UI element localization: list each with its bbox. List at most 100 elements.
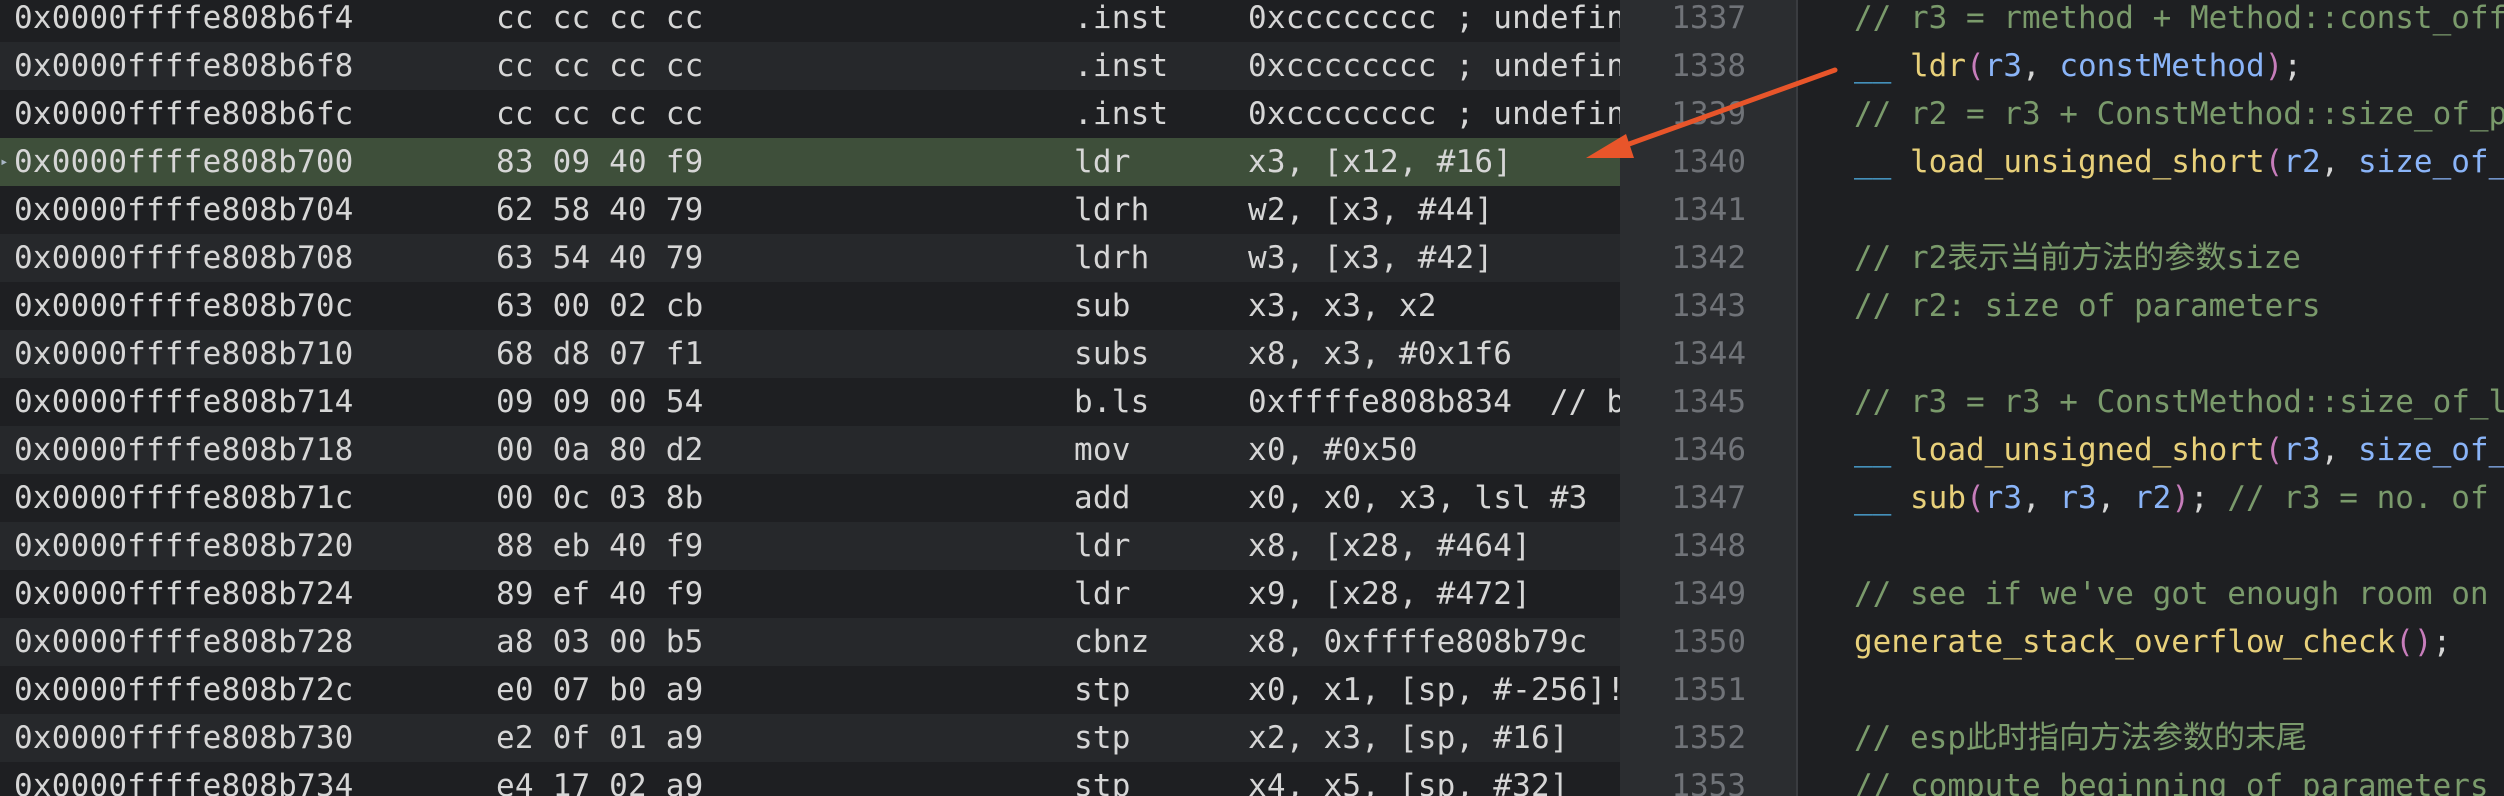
instruction-bytes: e0 07 b0 a9 (496, 672, 704, 708)
code-token-comment: // r2 = r3 + ConstMethod::size_of_parame… (1854, 96, 2504, 132)
disasm-row[interactable]: 0x0000ffffe808b72c e0 07 b0 a9 stp x0, x1, … (0, 666, 1620, 714)
code-token-macro: __ (1854, 48, 1910, 84)
code-line[interactable]: __ load_unsigned_short(r3, size_of_local… (1854, 426, 2504, 474)
code-token-macro: __ (1854, 480, 1910, 516)
code-token-func: sub (1910, 480, 1966, 516)
code-line[interactable]: // esp此时指向方法参数的末尾 (1854, 714, 2307, 762)
disassembly-pane[interactable]: 0x0000ffffe808b6f4 cc cc cc cc .inst 0xcccc… (0, 0, 1620, 796)
instruction-operands: x3, x3, x2 (1248, 288, 1437, 324)
instruction-operands: x2, x3, [sp, #16] (1248, 720, 1569, 756)
instruction-bytes: e4 17 02 a9 (496, 768, 704, 796)
code-token-paren: ( (2264, 432, 2284, 468)
instruction-bytes: cc cc cc cc (496, 96, 704, 132)
instruction-bytes: 62 58 40 79 (496, 192, 704, 228)
disasm-row[interactable]: 0x0000ffffe808b6f8 cc cc cc cc .inst 0xcccc… (0, 42, 1620, 90)
code-line[interactable]: __ sub(r3, r3, r2); // r3 = no. of addit… (1854, 474, 2504, 522)
code-token-func: generate_stack_overflow_check (1854, 624, 2396, 660)
disasm-row[interactable]: 0x0000ffffe808b728 a8 03 00 b5 cbnz x8, 0xf… (0, 618, 1620, 666)
instruction-operands: x3, [x12, #16] (1248, 144, 1513, 180)
code-line[interactable]: // r3 = rmethod + Method::const_offset() (1854, 0, 2504, 42)
instruction-operands: w3, [x3, #42] (1248, 240, 1494, 276)
disasm-row[interactable]: 0x0000ffffe808b718 00 0a 80 d2 mov x0, #0x5… (0, 426, 1620, 474)
instruction-address: 0x0000ffffe808b728 (14, 624, 354, 660)
instruction-operands: 0xffffe808b834 // b.plast (1248, 384, 1620, 420)
line-number: 1349 (1671, 576, 1746, 612)
code-line[interactable]: __ ldr(r3, constMethod); (1854, 42, 2302, 90)
instruction-opcode: ldrh (1074, 192, 1150, 228)
instruction-operands: x8, x3, #0x1f6 (1248, 336, 1513, 372)
instruction-opcode: ldr (1074, 528, 1131, 564)
disasm-row[interactable]: 0x0000ffffe808b734 e4 17 02 a9 stp x4, x5, … (0, 762, 1620, 796)
line-number: 1347 (1671, 480, 1746, 516)
code-token-plain: , (2022, 48, 2060, 84)
code-token-comment: // r3 = rmethod + Method::const_offset() (1854, 0, 2504, 36)
code-token-var: r2 (2133, 480, 2172, 516)
instruction-opcode: b.ls (1074, 384, 1150, 420)
code-token-plain: , (2320, 432, 2358, 468)
line-number: 1343 (1671, 288, 1746, 324)
code-area[interactable]: // r3 = rmethod + Method::const_offset()… (1798, 0, 2504, 796)
code-token-paren: ) (2171, 480, 2190, 516)
disasm-row[interactable]: 0x0000ffffe808b6fc cc cc cc cc .inst 0xcccc… (0, 90, 1620, 138)
instruction-address: 0x0000ffffe808b724 (14, 576, 354, 612)
disasm-row[interactable]: 0x0000ffffe808b720 88 eb 40 f9 ldr x8, [x28… (0, 522, 1620, 570)
disasm-row[interactable]: 0x0000ffffe808b6f4 cc cc cc cc .inst 0xcccc… (0, 0, 1620, 42)
instruction-bytes: 88 eb 40 f9 (496, 528, 704, 564)
instruction-opcode: .inst (1074, 0, 1169, 36)
instruction-operands: x0, #0x50 (1248, 432, 1418, 468)
instruction-address: 0x0000ffffe808b730 (14, 720, 354, 756)
instruction-bytes: 63 54 40 79 (496, 240, 704, 276)
code-line[interactable]: __ load_unsigned_short(r2, size_of_param… (1854, 138, 2504, 186)
code-line[interactable]: // r2表示当前方法的参数size (1854, 234, 2301, 282)
code-token-macro: __ (1854, 144, 1910, 180)
code-token-plain: ; (2189, 480, 2228, 516)
code-token-macro: __ (1854, 432, 1910, 468)
code-token-var: r3 (1984, 480, 2022, 516)
code-line[interactable]: generate_stack_overflow_check(); (1854, 618, 2451, 666)
code-token-comment: // r3 = no. of additional locals (2227, 480, 2489, 516)
disasm-row[interactable]: 0x0000ffffe808b730 e2 0f 01 a9 stp x2, x3, … (0, 714, 1620, 762)
code-token-var: size_of_locals (2357, 432, 2504, 468)
instruction-bytes: e2 0f 01 a9 (496, 720, 704, 756)
code-token-comment: // esp此时指向方法参数的末尾 (1854, 720, 2307, 756)
instruction-address: 0x0000ffffe808b734 (14, 768, 354, 796)
code-token-comment: // r2: size of parameters (1854, 288, 2321, 324)
disasm-row[interactable]: 0x0000ffffe808b710 68 d8 07 f1 subs x8, x3,… (0, 330, 1620, 378)
code-token-plain: ; (2432, 624, 2452, 660)
source-editor-pane[interactable]: 1337 1338 1339 1340 1341 1342 1343 1344 1345 1346… (1620, 0, 2504, 796)
disasm-row[interactable]: 0x0000ffffe808b70c 63 00 02 cb sub x3, x3, … (0, 282, 1620, 330)
line-number-gutter: 1337 1338 1339 1340 1341 1342 1343 1344 1345 1346… (1620, 0, 1798, 796)
instruction-bytes: 00 0c 03 8b (496, 480, 704, 516)
code-line[interactable]: // r3 = r3 + ConstMethod::size_of_locals… (1854, 378, 2504, 426)
instruction-opcode: .inst (1074, 48, 1169, 84)
disasm-row[interactable]: 0x0000ffffe808b71c 00 0c 03 8b add x0, x0, … (0, 474, 1620, 522)
disasm-row[interactable]: 0x0000ffffe808b708 63 54 40 79 ldrh w3, [x3… (0, 234, 1620, 282)
line-number: 1353 (1671, 768, 1746, 796)
instruction-bytes: 68 d8 07 f1 (496, 336, 704, 372)
line-number: 1345 (1671, 384, 1746, 420)
code-line[interactable]: // compute beginning of parameters (1854, 762, 2489, 796)
code-token-plain: , (2022, 480, 2060, 516)
disasm-row[interactable]: ▸ 0x0000ffffe808b700 83 09 40 f9 ldr x3, [x1… (0, 138, 1620, 186)
disasm-row[interactable]: 0x0000ffffe808b704 62 58 40 79 ldrh w2, [x3… (0, 186, 1620, 234)
code-token-comment: // r2表示当前方法的参数size (1854, 240, 2301, 276)
code-token-var: r3 (1984, 48, 2022, 84)
instruction-address: 0x0000ffffe808b720 (14, 528, 354, 564)
instruction-operands: x4, x5, [sp, #32] (1248, 768, 1569, 796)
code-line[interactable]: // r2: size of parameters (1854, 282, 2321, 330)
instruction-bytes: 63 00 02 cb (496, 288, 704, 324)
instruction-bytes: cc cc cc cc (496, 48, 704, 84)
instruction-bytes: cc cc cc cc (496, 0, 704, 36)
code-line[interactable]: // r2 = r3 + ConstMethod::size_of_parame… (1854, 90, 2504, 138)
instruction-address: 0x0000ffffe808b71c (14, 480, 354, 516)
line-number: 1337 (1671, 0, 1746, 36)
code-line[interactable]: // see if we've got enough room on the s… (1854, 570, 2504, 618)
disasm-row[interactable]: 0x0000ffffe808b714 09 09 00 54 b.ls 0xffffe… (0, 378, 1620, 426)
code-token-paren: ( (2264, 144, 2284, 180)
line-number: 1350 (1671, 624, 1746, 660)
instruction-operands: x0, x0, x3, lsl #3 (1248, 480, 1588, 516)
instruction-opcode: sub (1074, 288, 1131, 324)
disasm-row[interactable]: 0x0000ffffe808b724 89 ef 40 f9 ldr x9, [x28… (0, 570, 1620, 618)
instruction-opcode: mov (1074, 432, 1131, 468)
instruction-opcode: stp (1074, 768, 1131, 796)
